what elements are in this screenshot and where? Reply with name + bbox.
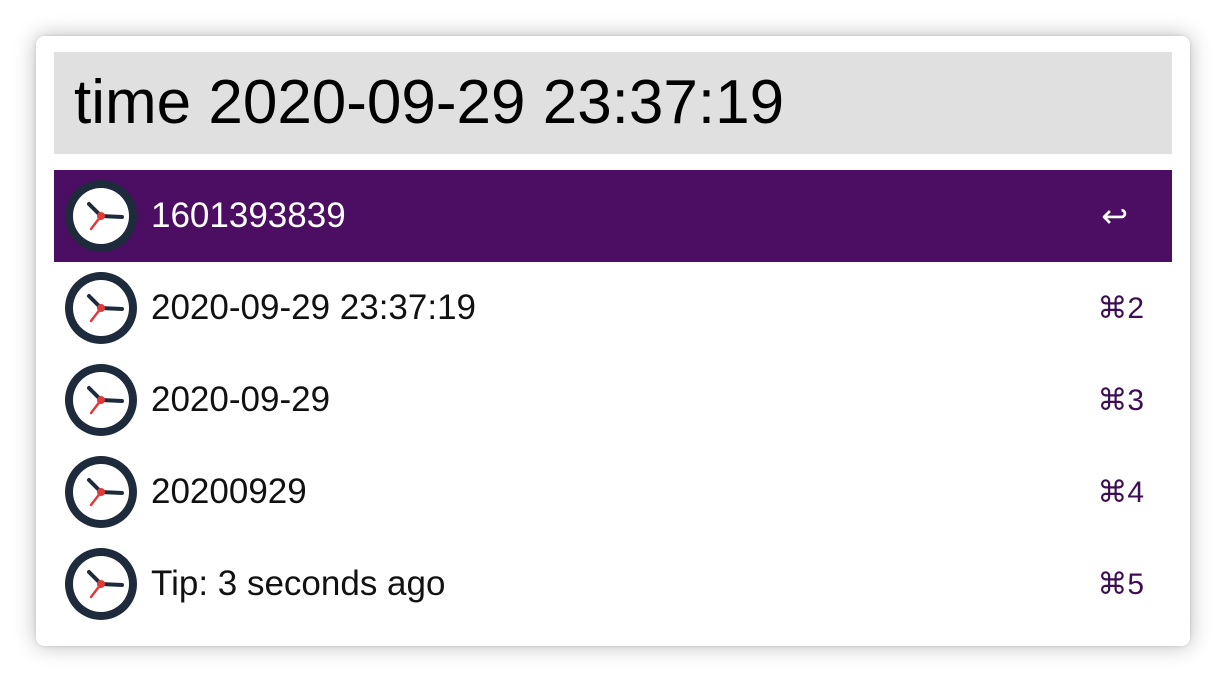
result-row[interactable]: Tip: 3 seconds ago ⌘5	[54, 538, 1172, 630]
result-label: 20200929	[151, 472, 307, 511]
clock-icon	[65, 272, 137, 344]
clock-icon	[65, 364, 137, 436]
result-row[interactable]: 2020-09-29 23:37:19 ⌘2	[54, 262, 1172, 354]
clock-icon	[65, 548, 137, 620]
clock-icon	[65, 456, 137, 528]
result-row[interactable]: 1601393839 ↩	[54, 170, 1172, 262]
result-label: 2020-09-29 23:37:19	[151, 288, 476, 327]
shortcut-hint: ⌘2	[1097, 291, 1144, 325]
shortcut-hint: ⌘3	[1097, 383, 1144, 417]
result-label: Tip: 3 seconds ago	[151, 564, 446, 603]
result-row[interactable]: 20200929 ⌘4	[54, 446, 1172, 538]
result-label: 1601393839	[151, 196, 346, 235]
search-field[interactable]: time 2020-09-29 23:37:19	[54, 52, 1172, 154]
result-row[interactable]: 2020-09-29 ⌘3	[54, 354, 1172, 446]
search-query-text[interactable]: time 2020-09-29 23:37:19	[74, 72, 784, 134]
return-key-icon: ↩	[1101, 198, 1128, 234]
shortcut-hint: ⌘4	[1097, 475, 1144, 509]
clock-icon	[65, 180, 137, 252]
shortcut-hint: ⌘5	[1097, 567, 1144, 601]
results-list: 1601393839 ↩ 2020-09-29 23:37:19 ⌘2 2020…	[54, 170, 1172, 630]
launcher-window: time 2020-09-29 23:37:19 1601393839 ↩ 20…	[36, 36, 1190, 646]
result-label: 2020-09-29	[151, 380, 331, 419]
